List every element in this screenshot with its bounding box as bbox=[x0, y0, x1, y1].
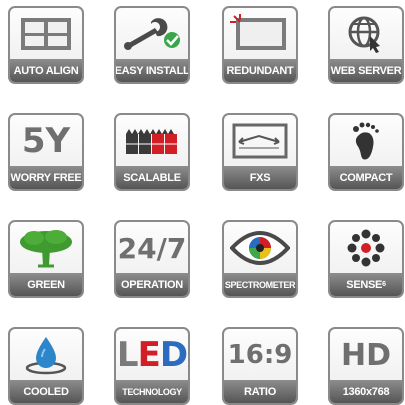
tile-scalable: SCALABLE bbox=[114, 113, 190, 191]
tile-compact: COMPACT bbox=[328, 113, 404, 191]
tile-operation: 24/7 OPERATION bbox=[114, 220, 190, 298]
monitor-alert-icon bbox=[224, 8, 296, 60]
tile-auto-align: AUTO ALIGN bbox=[8, 6, 84, 84]
wrench-check-icon bbox=[116, 8, 188, 60]
feature-icon-grid: AUTO ALIGN EASY INSTALL REDUNDANT WEB SE… bbox=[0, 0, 405, 405]
tile-web-server: WEB SERVER bbox=[328, 6, 404, 84]
tile-ratio: 16:9 RATIO bbox=[222, 327, 298, 405]
tile-label: COMPACT bbox=[330, 166, 402, 189]
tile-green: GREEN bbox=[8, 220, 84, 298]
tile-hd: HD 1360x768 bbox=[328, 327, 404, 405]
water-drop-icon bbox=[10, 329, 82, 381]
tile-label: RATIO bbox=[224, 380, 296, 403]
tile-label: SCALABLE bbox=[116, 166, 188, 189]
globe-cursor-icon bbox=[330, 8, 402, 60]
tile-fxs: FXS bbox=[222, 113, 298, 191]
tile-sense: SENSE 6 bbox=[328, 220, 404, 298]
tile-label: TECHNOLOGY bbox=[116, 380, 188, 403]
hours-24-7-icon: 24/7 bbox=[117, 231, 187, 265]
tile-label: AUTO ALIGN bbox=[10, 59, 82, 82]
tile-label: EASY INSTALL bbox=[116, 59, 188, 82]
tile-label: GREEN bbox=[10, 273, 82, 296]
tile-technology: LED TECHNOLOGY bbox=[114, 327, 190, 405]
tree-icon bbox=[10, 222, 82, 274]
footprint-icon bbox=[330, 115, 402, 167]
tile-label: COOLED bbox=[10, 380, 82, 403]
hd-icon: HD bbox=[340, 337, 391, 373]
tile-label: SPECTROMETER bbox=[224, 273, 296, 296]
monitor-grid-icon bbox=[10, 8, 82, 60]
tile-label: WEB SERVER bbox=[330, 59, 402, 82]
sensor-dots-icon bbox=[330, 222, 402, 274]
eye-spectrum-icon bbox=[224, 222, 296, 274]
tile-worry-free: 5Y WORRY FREE bbox=[8, 113, 84, 191]
tile-cooled: COOLED bbox=[8, 327, 84, 405]
tile-spectrometer: SPECTROMETER bbox=[222, 220, 298, 298]
tile-label: OPERATION bbox=[116, 273, 188, 296]
aspect-ratio-icon: 16:9 bbox=[227, 340, 293, 370]
led-letters-icon: LED bbox=[116, 335, 188, 375]
tile-easy-install: EASY INSTALL bbox=[114, 6, 190, 84]
tile-label: FXS bbox=[224, 166, 296, 189]
tile-label: WORRY FREE bbox=[10, 166, 82, 189]
led-blocks-icon bbox=[116, 115, 188, 167]
monitor-arrows-icon bbox=[224, 115, 296, 167]
tile-label: 1360x768 bbox=[330, 380, 402, 403]
warranty-5y-icon: 5Y bbox=[21, 121, 71, 161]
tile-redundant: REDUNDANT bbox=[222, 6, 298, 84]
tile-label: REDUNDANT bbox=[224, 59, 296, 82]
tile-label: SENSE 6 bbox=[330, 273, 402, 296]
